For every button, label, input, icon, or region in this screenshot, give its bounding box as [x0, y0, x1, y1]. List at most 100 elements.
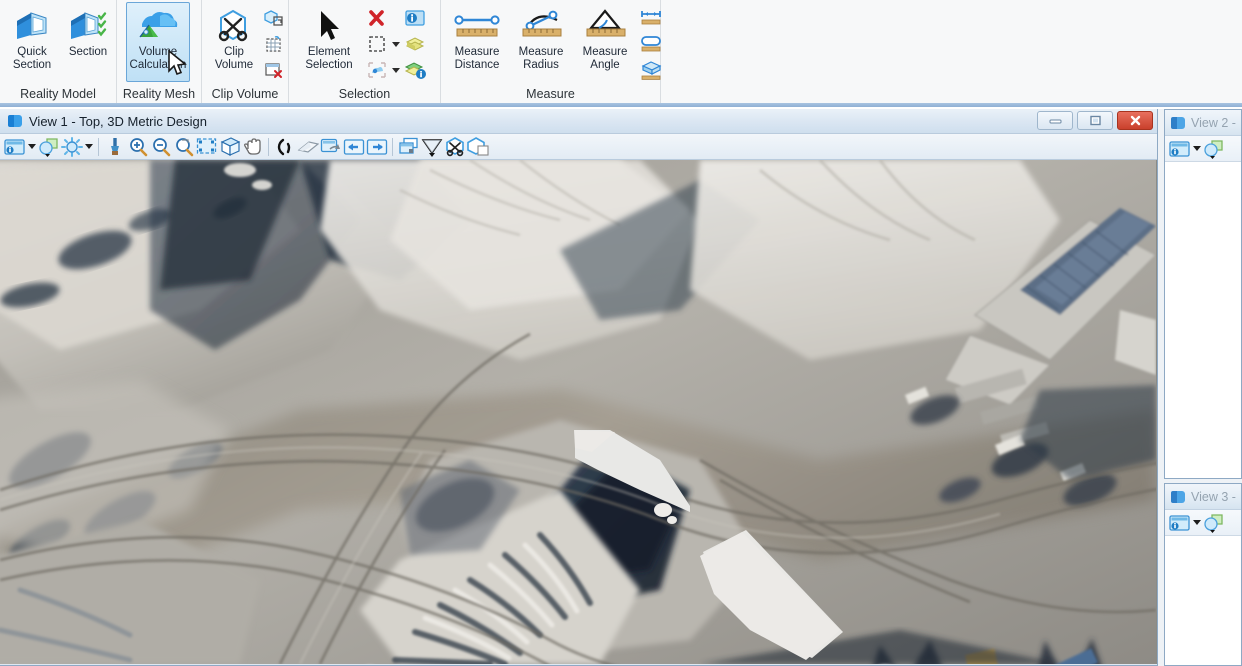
view-3-toolbar — [1165, 510, 1241, 536]
zoom-out-icon[interactable] — [149, 135, 172, 159]
chevron-down-icon[interactable] — [83, 135, 94, 159]
view-2-canvas[interactable] — [1165, 162, 1241, 476]
measure-length-button[interactable] — [639, 6, 663, 30]
close-button[interactable] — [1117, 111, 1153, 130]
measure-area-icon — [639, 33, 663, 55]
adjust-brightness-icon[interactable] — [60, 135, 83, 159]
toolbar-separator — [392, 138, 393, 156]
selection-rectangle-button[interactable] — [365, 32, 400, 56]
ribbon-group-reality-mesh: VolumeCalculation — [117, 0, 202, 85]
window-area-icon[interactable] — [172, 135, 195, 159]
view-1-titlebar[interactable]: View 1 - Top, 3D Metric Design — [0, 109, 1157, 134]
ribbon-group-label-reality-model: Reality Model — [0, 85, 117, 103]
clip-volume-small-buttons — [262, 2, 286, 82]
pan-view-icon[interactable] — [241, 135, 264, 159]
volume-calculation-button[interactable]: VolumeCalculation — [126, 2, 190, 82]
clear-selection-button[interactable] — [365, 6, 400, 30]
update-view-icon[interactable] — [103, 135, 126, 159]
section-button[interactable]: Section — [60, 2, 116, 82]
element-info-icon — [403, 7, 427, 29]
measure-radius-button[interactable]: MeasureRadius — [509, 2, 573, 82]
clear-clip-view-icon[interactable] — [466, 135, 489, 159]
measure-angle-button[interactable]: MeasureAngle — [573, 2, 637, 82]
selection-small-buttons-right — [403, 2, 427, 82]
chevron-down-icon[interactable] — [26, 135, 37, 159]
levels-stack-icon — [403, 33, 427, 55]
apply-clip-volume-button[interactable] — [262, 6, 286, 30]
view-3-canvas[interactable] — [1165, 536, 1241, 663]
element-selection-button[interactable]: ElementSelection — [297, 2, 361, 82]
view-3-titlebar[interactable]: View 3 - — [1165, 484, 1241, 510]
level-display-button[interactable] — [403, 58, 427, 82]
element-info-button[interactable] — [403, 6, 427, 30]
measure-radius-icon — [513, 7, 569, 45]
chevron-down-icon[interactable] — [391, 34, 400, 54]
selection-mesh-icon — [365, 59, 389, 81]
display-style-icon[interactable] — [1202, 137, 1225, 161]
ribbon-toolbar: QuickSection — [0, 0, 1242, 105]
clip-volume-button[interactable]: ClipVolume — [206, 2, 262, 82]
walk-view-icon[interactable] — [296, 135, 319, 159]
view-3-title: View 3 - — [1191, 490, 1236, 504]
measure-volume-button[interactable] — [639, 58, 663, 82]
clear-clip-icon — [262, 59, 286, 81]
levels-button[interactable] — [403, 32, 427, 56]
minimize-button[interactable] — [1037, 111, 1073, 130]
view-1-canvas[interactable] — [0, 160, 1157, 664]
next-view-icon[interactable] — [365, 135, 388, 159]
measure-area-button[interactable] — [639, 32, 663, 56]
view-1-window: View 1 - Top, 3D Metric Design — [0, 109, 1158, 666]
ribbon-group-reality-model: QuickSection — [0, 0, 117, 85]
level-display-icon — [403, 59, 427, 81]
clip-volume-view-icon[interactable] — [397, 135, 420, 159]
measure-angle-icon — [577, 7, 633, 45]
element-selection-arrow-icon — [312, 7, 346, 45]
apply-clip-volume-icon — [262, 7, 286, 29]
ribbon-group-measure: MeasureDistance — [441, 0, 661, 85]
view-attributes-icon[interactable] — [1168, 511, 1191, 535]
fit-view-icon[interactable] — [195, 135, 218, 159]
clip-mask-view-icon[interactable] — [420, 135, 443, 159]
measure-distance-icon — [449, 7, 505, 45]
view-window-icon — [1171, 117, 1185, 129]
chevron-down-icon[interactable] — [1191, 511, 1202, 535]
clip-volume-icon — [214, 7, 254, 45]
rotate-view-icon[interactable] — [218, 135, 241, 159]
copy-view-icon[interactable] — [319, 135, 342, 159]
chevron-down-icon[interactable] — [391, 60, 400, 80]
clip-mask-button[interactable] — [262, 32, 286, 56]
section-icon — [68, 7, 108, 45]
clear-clip-button[interactable] — [262, 58, 286, 82]
maximize-button[interactable] — [1077, 111, 1113, 130]
ribbon-group-label-measure: Measure — [441, 85, 661, 103]
view-1-window-controls — [1037, 111, 1153, 130]
display-style-icon[interactable] — [37, 135, 60, 159]
zoom-in-icon[interactable] — [126, 135, 149, 159]
ribbon-group-labels: Reality Model Reality Mesh Clip Volume S… — [0, 85, 1242, 103]
clip-element-icon[interactable] — [443, 135, 466, 159]
view-1-toolbar — [0, 134, 1157, 160]
view-2-window: View 2 - — [1164, 109, 1242, 479]
view-1-title: View 1 - Top, 3D Metric Design — [29, 114, 207, 129]
measure-angle-label: MeasureAngle — [569, 46, 641, 71]
toolbar-separator — [268, 138, 269, 156]
ribbon-group-label-clip-volume: Clip Volume — [202, 85, 289, 103]
previous-view-icon[interactable] — [342, 135, 365, 159]
display-style-icon[interactable] — [1202, 511, 1225, 535]
view-previous-next-icon[interactable] — [273, 135, 296, 159]
view-window-icon — [8, 115, 22, 127]
view-2-titlebar[interactable]: View 2 - — [1165, 110, 1241, 136]
measure-distance-button[interactable]: MeasureDistance — [445, 2, 509, 82]
view-window-icon — [1171, 491, 1185, 503]
measure-radius-label: MeasureRadius — [505, 46, 577, 71]
quick-section-button[interactable]: QuickSection — [4, 2, 60, 82]
selection-mesh-button[interactable] — [365, 58, 400, 82]
view-attributes-icon[interactable] — [1168, 137, 1191, 161]
view-attributes-icon[interactable] — [3, 135, 26, 159]
section-label: Section — [57, 46, 119, 59]
element-selection-label: ElementSelection — [293, 46, 365, 71]
chevron-down-icon[interactable] — [1191, 137, 1202, 161]
ribbon-group-selection: ElementSelection — [289, 0, 441, 85]
application-window: QuickSection — [0, 0, 1242, 666]
view-2-title: View 2 - — [1191, 116, 1236, 130]
